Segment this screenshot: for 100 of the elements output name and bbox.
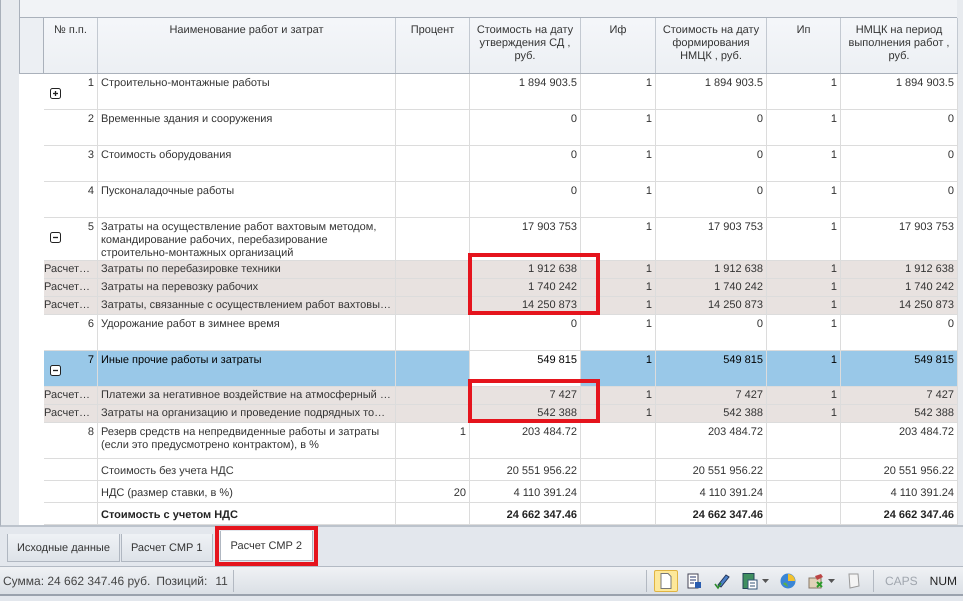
table-cell: 0 [948, 185, 954, 197]
table-cell: 1 894 903.5 [704, 77, 763, 89]
table-cell: 203 484.72 [898, 426, 954, 438]
table-cell: 1 [830, 281, 837, 293]
work-name: Резерв средств на непредвиденные работы и затраты (если это предусмотрено контрактом), в % [101, 426, 380, 451]
column-header[interactable]: Процент [396, 18, 470, 73]
table-row[interactable]: Стоимость с учетом НДС 24 662 347.46 24 662 347.46 24 662 347.46 [19, 503, 958, 525]
work-name: Платежи за негативное воздействие на атмосферный … [101, 389, 391, 401]
table-cell: 203 484.72 [708, 426, 763, 438]
table-cell: 1 [830, 299, 837, 311]
table-cell: 1 [830, 263, 837, 275]
row-number: 1 [88, 77, 94, 89]
work-name: Стоимость без учета НДС [101, 465, 234, 477]
column-header[interactable]: НМЦК на период выполнения работ , руб. [841, 18, 958, 73]
table-cell: 1 [646, 221, 652, 233]
row-label: Расчет… [44, 281, 90, 293]
row-label: Расчет… [44, 299, 90, 311]
table-row[interactable]: 1 Строительно-монтажные работы 1 894 903.5 1 1 894 903.5 1 1 894 903.5 [19, 74, 958, 110]
table-row[interactable]: 4 Пусконаладочные работы 0 1 0 1 0 [19, 182, 958, 218]
table-cell: 1 740 242 [905, 281, 954, 293]
work-name: Временные здания и сооружения [101, 113, 272, 125]
work-name: Затраты, связанные с осуществлением работ вахтовы… [101, 299, 392, 311]
table-row[interactable]: Расчет… Затраты на перевозку рабочих 1 740 242 1 1 740 242 1 1 740 242 [19, 279, 958, 297]
row-number: 4 [88, 185, 94, 197]
column-header[interactable]: № п.п. [44, 18, 98, 73]
table-cell: 0 [756, 185, 763, 197]
table-cell: 1 [646, 185, 652, 197]
table-cell: 1 894 903.5 [896, 77, 954, 89]
expand-icon[interactable] [50, 88, 61, 99]
table-cell: 0 [570, 113, 577, 125]
table-cell: 1 912 638 [905, 263, 954, 275]
table-cell: 1 [646, 263, 652, 275]
table-cell: 0 [948, 113, 954, 125]
work-name: Затраты по перебазировке техники [101, 263, 281, 275]
table-cell: 0 [948, 318, 954, 330]
work-name: Иные прочие работы и затраты [101, 354, 262, 366]
table-cell: 0 [756, 113, 763, 125]
table-cell: 1 [646, 318, 652, 330]
row-number: 8 [88, 426, 94, 438]
column-header[interactable]: Наименование работ и затрат [98, 18, 396, 73]
collapse-icon[interactable] [50, 232, 61, 243]
table-cell: 1 [646, 149, 652, 161]
work-name: Затраты на организацию и проведение подрядных то… [101, 407, 386, 419]
table-cell: 24 662 347.46 [692, 509, 763, 521]
table-row[interactable]: 8 Резерв средств на непредвиденные работы и затраты (если это предусмотрено контрактом), в % 1 203 484.72 203 484.72 203 484.72 [19, 423, 958, 459]
column-header[interactable]: Иф [581, 18, 656, 73]
work-name: Удорожание работ в зимнее время [101, 318, 280, 330]
table-cell: 4 110 391.24 [514, 487, 577, 499]
table-cell: 1 912 638 [714, 263, 763, 275]
table-row[interactable]: Стоимость без учета НДС 20 551 956.22 20 551 956.22 20 551 956.22 [19, 459, 958, 481]
work-name: Пусконаладочные работы [101, 185, 234, 197]
table-cell: 20 551 956.22 [506, 465, 577, 477]
table-row[interactable]: 2 Временные здания и сооружения 0 1 0 1 0 [19, 110, 958, 146]
column-header[interactable]: Стоимость на дату формирования НМЦК , руб. [656, 18, 767, 73]
work-name: Затраты на перевозку рабочих [101, 281, 258, 293]
table-cell: 7 427 [735, 389, 763, 401]
table-cell: 1 [830, 185, 837, 197]
table-cell: 0 [756, 149, 763, 161]
table-cell: 20 551 956.22 [884, 465, 954, 477]
sheet-tab[interactable]: Расчет СМР 1 [120, 534, 212, 562]
collapse-icon[interactable] [50, 365, 61, 376]
table-row[interactable]: Расчет… Затраты, связанные с осуществлением работ вахтовы… 14 250 873 1 14 250 873 1 14 250 873 [19, 297, 958, 315]
table-cell: 14 250 873 [522, 299, 577, 311]
positions-count: 11 [215, 574, 228, 588]
table-row[interactable]: НДС (размер ставки, в %) 20 4 110 391.24 4 110 391.24 4 110 391.24 [19, 481, 958, 503]
table-cell: 203 484.72 [522, 426, 577, 438]
work-name: НДС (размер ставки, в %) [101, 487, 233, 499]
table-row[interactable]: 3 Стоимость оборудования 0 1 0 1 0 [19, 146, 958, 182]
row-number: 7 [88, 354, 94, 366]
table-cell: 24 662 347.46 [506, 509, 577, 521]
table-cell: 20 [454, 487, 466, 499]
table-cell: 542 388 [914, 407, 954, 419]
column-header[interactable]: Ип [767, 18, 841, 73]
row-number: 5 [88, 221, 94, 233]
column-header[interactable]: Стоимость на дату утверждения СД , руб. [470, 18, 581, 73]
key-indicator: CAPS [884, 574, 918, 588]
work-name: Стоимость оборудования [101, 149, 232, 161]
row-label: Расчет… [44, 263, 90, 275]
table-cell: 1 740 242 [528, 281, 577, 293]
table-cell: 1 [830, 389, 837, 401]
table-row[interactable]: Расчет… Платежи за негативное воздействие на атмосферный … 7 427 1 7 427 1 7 427 [19, 387, 958, 405]
table-row[interactable]: 7 Иные прочие работы и затраты 549 815 1 549 815 1 549 815 [19, 351, 958, 387]
table-cell: 1 [830, 407, 837, 419]
document-icon [684, 572, 703, 590]
table-cell: 549 815 [723, 354, 763, 366]
table-cell: 1 [646, 299, 652, 311]
table-cell: 1 [830, 77, 837, 89]
work-name: Затраты на осуществление работ вахтовым методом, командирование рабочих, перебазирование строительно-монтажных организаций [101, 221, 376, 259]
table-cell: 1 [830, 354, 837, 366]
table-cell: 1 [646, 113, 652, 125]
table-row[interactable]: Расчет… Затраты на организацию и проведение подрядных то… 542 388 1 542 388 1 542 388 [19, 405, 958, 423]
table-cell: 0 [948, 149, 954, 161]
table-cell: 1 912 638 [528, 263, 577, 275]
row-number: 3 [88, 149, 94, 161]
pen-check-icon [712, 572, 731, 590]
table-row[interactable]: Расчет… Затраты по перебазировке техники 1 912 638 1 1 912 638 1 1 912 638 [19, 261, 958, 279]
table-cell: 1 [830, 221, 837, 233]
table-cell: 1 [646, 354, 652, 366]
sheet-tab[interactable]: Исходные данные [7, 534, 120, 562]
table-cell: 14 250 873 [708, 299, 763, 311]
